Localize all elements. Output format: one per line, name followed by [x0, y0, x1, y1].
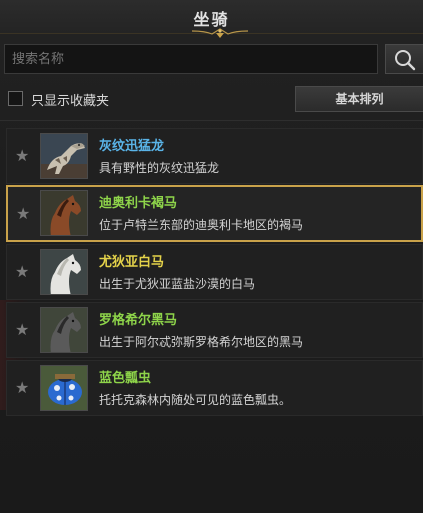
- mount-description: 位于卢特兰东部的迪奥利卡地区的褐马: [99, 218, 304, 232]
- search-button[interactable]: [385, 44, 423, 74]
- black-horse-icon: [40, 307, 88, 353]
- favorite-star-icon[interactable]: ★: [15, 148, 29, 164]
- favorite-star-icon[interactable]: ★: [16, 206, 30, 222]
- sort-button[interactable]: 基本排列: [295, 86, 423, 112]
- title-bar[interactable]: 坐骑: [0, 0, 423, 38]
- mount-description: 出生于阿尔忒弥斯罗格希尔地区的黑马: [99, 335, 304, 349]
- ladybug-icon: [40, 365, 88, 411]
- favorite-star-icon[interactable]: ★: [15, 380, 29, 396]
- mount-name: 迪奥利卡褐马: [99, 196, 178, 211]
- brown-horse-icon: [40, 190, 88, 236]
- mount-row[interactable]: ★ 尤狄亚白马 出生于尤狄亚蓝盐沙漠的白马: [6, 244, 423, 300]
- mount-row[interactable]: ★ 罗格希尔黑马 出生于阿尔忒弥斯罗格希尔地区的黑马: [6, 302, 423, 358]
- favorite-star-icon[interactable]: ★: [15, 264, 29, 280]
- mount-name: 蓝色瓢虫: [99, 371, 152, 386]
- favorites-only-label[interactable]: 只显示收藏夹: [31, 90, 109, 109]
- favorite-star-icon[interactable]: ★: [15, 322, 29, 338]
- search-row: [0, 42, 423, 74]
- search-input[interactable]: [4, 44, 378, 74]
- search-icon: [395, 50, 416, 71]
- mount-description: 具有野性的灰纹迅猛龙: [99, 161, 220, 175]
- mount-row[interactable]: ★ 灰纹迅猛龙 具有野性的灰纹迅猛龙: [6, 128, 423, 184]
- mount-row[interactable]: ★ 蓝色瓢虫 托托克森林内随处可见的蓝色瓢虫。: [6, 360, 423, 416]
- mount-name: 罗格希尔黑马: [99, 313, 178, 328]
- mount-description: 出生于尤狄亚蓝盐沙漠的白马: [99, 277, 256, 291]
- mount-row-selected[interactable]: ★ 迪奥利卡褐马 位于卢特兰东部的迪奥利卡地区的褐马: [6, 185, 423, 242]
- title-ornament-icon: [191, 28, 249, 38]
- mount-name: 灰纹迅猛龙: [99, 139, 165, 154]
- favorites-only-checkbox[interactable]: [8, 91, 23, 106]
- white-horse-icon: [40, 249, 88, 295]
- mount-panel: 坐骑 只显示收藏夹 基本排列 ★: [0, 0, 423, 513]
- mount-list: ★ 灰纹迅猛龙 具有野性的灰纹迅猛龙 ★ 迪奥利卡褐马 位于卢特兰东部的迪奥利卡…: [0, 120, 423, 513]
- filter-row: 只显示收藏夹 基本排列: [0, 86, 423, 112]
- raptor-icon: [40, 133, 88, 179]
- mount-description: 托托克森林内随处可见的蓝色瓢虫。: [99, 393, 292, 407]
- mount-name: 尤狄亚白马: [99, 255, 165, 270]
